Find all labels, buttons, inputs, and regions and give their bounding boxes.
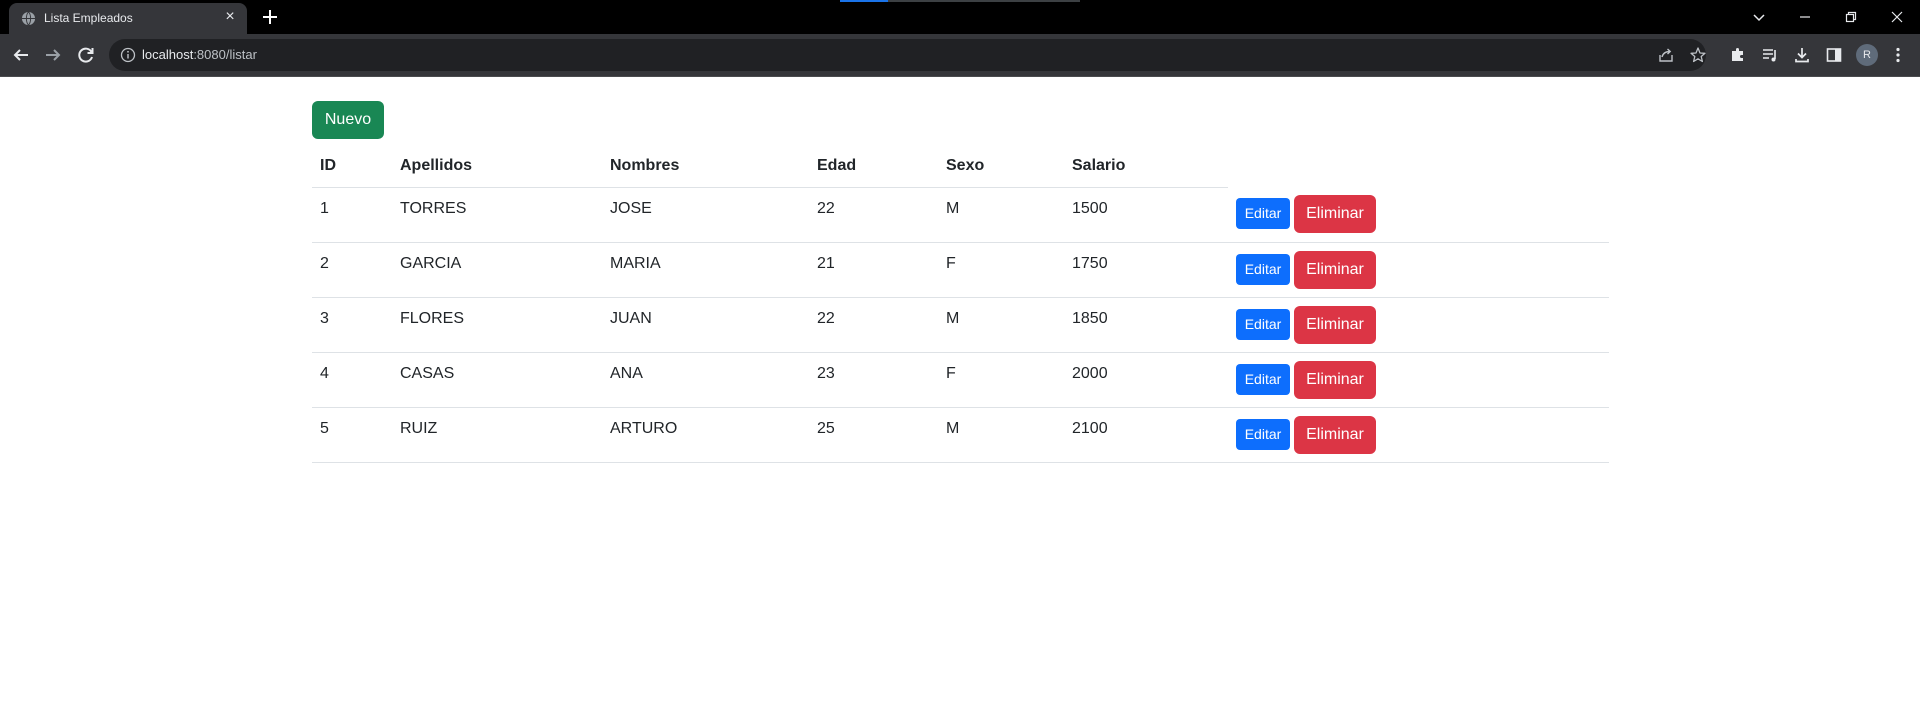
delete-button[interactable]: Eliminar	[1294, 305, 1376, 344]
cell-nombres: JOSE	[602, 187, 809, 243]
cell-actions: Editar Eliminar	[1228, 187, 1609, 243]
cell-edad: 23	[809, 352, 938, 408]
table-row: 1 TORRES JOSE 22 M 1500 Editar Eliminar	[312, 187, 1609, 243]
url-text: localhost:8080/listar	[142, 47, 257, 62]
minimize-icon[interactable]	[1793, 5, 1817, 29]
forward-arrow-icon[interactable]	[41, 43, 65, 67]
delete-button[interactable]: Eliminar	[1294, 415, 1376, 454]
delete-button[interactable]: Eliminar	[1294, 250, 1376, 289]
cell-id: 5	[312, 407, 392, 463]
cell-sexo: M	[938, 187, 1064, 243]
header-edad: Edad	[809, 145, 938, 188]
close-tab-icon[interactable]: ×	[222, 9, 238, 25]
cell-actions: Editar Eliminar	[1228, 407, 1609, 463]
header-id: ID	[312, 145, 392, 188]
edit-button[interactable]: Editar	[1236, 308, 1290, 340]
tab-indicator-track	[888, 0, 1080, 2]
table-row: 3 FLORES JUAN 22 M 1850 Editar Eliminar	[312, 297, 1609, 353]
header-nombres: Nombres	[602, 145, 809, 188]
cell-nombres: MARIA	[602, 242, 809, 298]
cell-edad: 22	[809, 297, 938, 353]
cell-nombres: ANA	[602, 352, 809, 408]
cell-sexo: F	[938, 242, 1064, 298]
cell-salario: 1850	[1064, 297, 1228, 353]
more-vert-icon[interactable]	[1888, 45, 1908, 65]
cell-apellidos: CASAS	[392, 352, 602, 408]
edit-button[interactable]: Editar	[1236, 363, 1290, 395]
side-panel-icon[interactable]	[1824, 45, 1844, 65]
cell-salario: 2000	[1064, 352, 1228, 408]
cell-id: 4	[312, 352, 392, 408]
info-icon[interactable]	[120, 47, 136, 63]
cell-salario: 2100	[1064, 407, 1228, 463]
globe-icon	[21, 11, 36, 26]
cell-salario: 1500	[1064, 187, 1228, 243]
cell-edad: 21	[809, 242, 938, 298]
delete-button[interactable]: Eliminar	[1294, 195, 1376, 233]
cell-nombres: ARTURO	[602, 407, 809, 463]
cell-apellidos: TORRES	[392, 187, 602, 243]
cell-sexo: M	[938, 407, 1064, 463]
table-header-row: ID Apellidos Nombres Edad Sexo Salario	[312, 145, 1609, 188]
employees-table: ID Apellidos Nombres Edad Sexo Salario 1…	[312, 145, 1609, 463]
tab-strip: Lista Empleados ×	[0, 0, 1920, 34]
edit-button[interactable]: Editar	[1236, 253, 1290, 285]
share-icon[interactable]	[1657, 46, 1675, 64]
header-sexo: Sexo	[938, 145, 1064, 188]
profile-avatar[interactable]: R	[1856, 44, 1878, 66]
reload-icon[interactable]	[74, 43, 98, 67]
star-icon[interactable]	[1689, 46, 1707, 64]
cell-actions: Editar Eliminar	[1228, 297, 1609, 353]
cell-id: 3	[312, 297, 392, 353]
browser-toolbar: localhost:8080/listar R	[0, 34, 1920, 76]
browser-tab[interactable]: Lista Empleados ×	[9, 3, 247, 34]
cell-edad: 22	[809, 187, 938, 243]
cell-edad: 25	[809, 407, 938, 463]
cell-apellidos: FLORES	[392, 297, 602, 353]
cell-id: 1	[312, 187, 392, 243]
tab-title: Lista Empleados	[44, 11, 133, 25]
header-apellidos: Apellidos	[392, 145, 602, 188]
extensions-icon[interactable]	[1728, 45, 1748, 65]
delete-button[interactable]: Eliminar	[1294, 360, 1376, 399]
cell-id: 2	[312, 242, 392, 298]
tab-indicator	[840, 0, 888, 2]
reading-list-icon[interactable]	[1760, 45, 1780, 65]
cell-apellidos: RUIZ	[392, 407, 602, 463]
url-path: :8080/listar	[193, 47, 257, 62]
edit-button[interactable]: Editar	[1236, 198, 1290, 229]
table-row: 4 CASAS ANA 23 F 2000 Editar Eliminar	[312, 352, 1609, 408]
download-icon[interactable]	[1792, 45, 1812, 65]
cell-actions: Editar Eliminar	[1228, 352, 1609, 408]
back-arrow-icon[interactable]	[9, 43, 33, 67]
header-salario: Salario	[1064, 145, 1228, 188]
tab-search-icon[interactable]	[1747, 5, 1771, 29]
address-bar[interactable]: localhost:8080/listar	[109, 39, 1706, 71]
table-row: 5 RUIZ ARTURO 25 M 2100 Editar Eliminar	[312, 407, 1609, 463]
cell-nombres: JUAN	[602, 297, 809, 353]
cell-actions: Editar Eliminar	[1228, 242, 1609, 298]
cell-sexo: M	[938, 297, 1064, 353]
edit-button[interactable]: Editar	[1236, 418, 1290, 450]
url-host: localhost	[142, 47, 194, 62]
page-content: Nuevo ID Apellidos Nombres Edad Sexo Sal…	[0, 77, 1920, 718]
cell-salario: 1750	[1064, 242, 1228, 298]
restore-icon[interactable]	[1839, 5, 1863, 29]
cell-sexo: F	[938, 352, 1064, 408]
new-employee-button[interactable]: Nuevo	[312, 101, 384, 139]
table-row: 2 GARCIA MARIA 21 F 1750 Editar Eliminar	[312, 242, 1609, 298]
close-window-icon[interactable]	[1885, 5, 1909, 29]
header-actions	[1228, 145, 1609, 187]
new-tab-icon[interactable]	[260, 7, 280, 27]
cell-apellidos: GARCIA	[392, 242, 602, 298]
